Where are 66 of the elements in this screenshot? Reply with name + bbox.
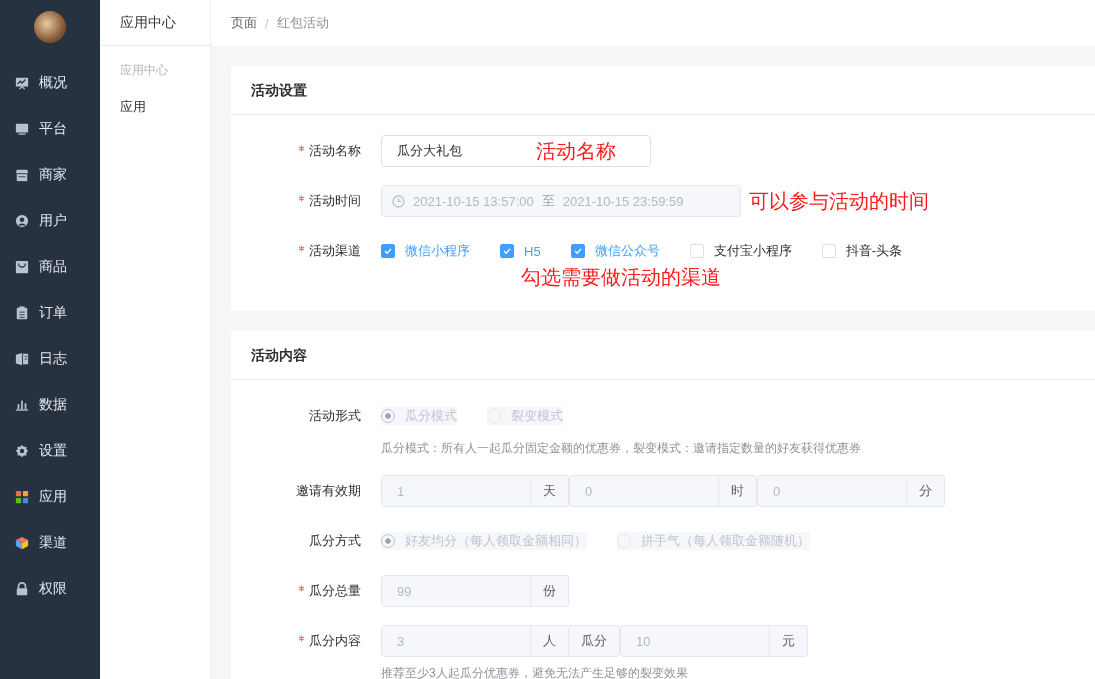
unit-addon: 人 [531, 625, 569, 657]
checkbox-label: 微信公众号 [594, 242, 660, 260]
sidebar-item[interactable]: 权限 [0, 566, 100, 612]
chart-icon [15, 76, 29, 90]
breadcrumb-item[interactable]: 页面 [231, 14, 257, 32]
cube-icon [15, 536, 29, 550]
bar-chart-icon [15, 398, 29, 412]
breadcrumb-separator: / [265, 15, 269, 31]
checkmark-icon [501, 245, 513, 257]
field-label: 瓜分方式 [309, 533, 361, 548]
field-label: 活动时间 [309, 193, 361, 208]
user-icon [15, 214, 29, 228]
lock-icon [15, 582, 29, 596]
unit-addon: 元 [770, 625, 808, 657]
unit-addon: 分 [907, 475, 945, 507]
monitor-icon [15, 122, 29, 136]
help-text: 瓜分模式：所有人一起瓜分固定金额的优惠券，裂变模式：邀请指定数量的好友获得优惠券 [381, 440, 862, 457]
start-date: 2021-10-15 13:57:00 [413, 193, 534, 209]
annotation-text: 勾选需要做活动的渠道 [521, 265, 721, 290]
store-icon [15, 168, 29, 182]
settings-icon [15, 444, 29, 458]
sidebar-item[interactable]: 概况 [0, 60, 100, 106]
sidebar-item[interactable]: 商品 [0, 244, 100, 290]
help-text: 推荐至少3人起瓜分优惠券，避免无法产生足够的裂变效果 [381, 665, 689, 679]
unit-addon: 时 [719, 475, 757, 507]
sidebar-item[interactable]: 设置 [0, 428, 100, 474]
field-label: 活动形式 [309, 408, 361, 423]
checkbox-label: 支付宝小程序 [713, 242, 792, 260]
checkbox-label: 微信小程序 [405, 242, 470, 260]
checkbox[interactable] [570, 244, 585, 258]
sidebar-item[interactable]: 渠道 [0, 520, 100, 566]
field-label: 瓜分内容 [309, 633, 361, 648]
subnav-title: 应用中心 [100, 0, 210, 46]
checkmark-icon [382, 245, 394, 257]
card-title: 活动设置 [231, 66, 1095, 115]
end-date: 2021-10-15 23:59:59 [562, 193, 684, 209]
sidebar-item[interactable]: 平台 [0, 106, 100, 152]
card-title: 活动内容 [231, 331, 1095, 380]
unit-addon: 份 [531, 575, 569, 607]
field-label: 瓜分总量 [309, 583, 361, 598]
unit-addon: 瓜分 [569, 625, 620, 657]
unit-addon: 天 [531, 475, 569, 507]
range-separator: 至 [541, 192, 555, 210]
sidebar-item[interactable]: 数据 [0, 382, 100, 428]
field-label: 邀请有效期 [296, 483, 361, 498]
book-icon [15, 352, 29, 366]
avatar[interactable] [34, 11, 66, 43]
bag-icon [15, 260, 29, 274]
subnav-item[interactable]: 应用 [100, 84, 210, 116]
checkbox-label: H5 [524, 243, 541, 259]
sidebar-item[interactable]: 日志 [0, 336, 100, 382]
clipboard-icon [15, 306, 29, 320]
checkbox[interactable] [500, 244, 514, 258]
sidebar-item[interactable]: 订单 [0, 290, 100, 336]
grid-icon [15, 490, 29, 504]
checkbox-label: 抖音-头条 [845, 242, 902, 260]
sidebar-item[interactable]: 用户 [0, 198, 100, 244]
field-label: 活动渠道 [309, 243, 361, 258]
annotation-text: 可以参与活动的时间 [749, 188, 929, 214]
sidebar-item[interactable]: 商家 [0, 152, 100, 198]
clock-icon [392, 194, 405, 208]
subnav-group-label: 应用中心 [119, 62, 169, 79]
field-label: 活动名称 [309, 143, 361, 158]
annotation-text: 活动名称 [536, 138, 616, 164]
sidebar-item[interactable]: 应用 [0, 474, 100, 520]
checkbox[interactable] [381, 244, 395, 258]
